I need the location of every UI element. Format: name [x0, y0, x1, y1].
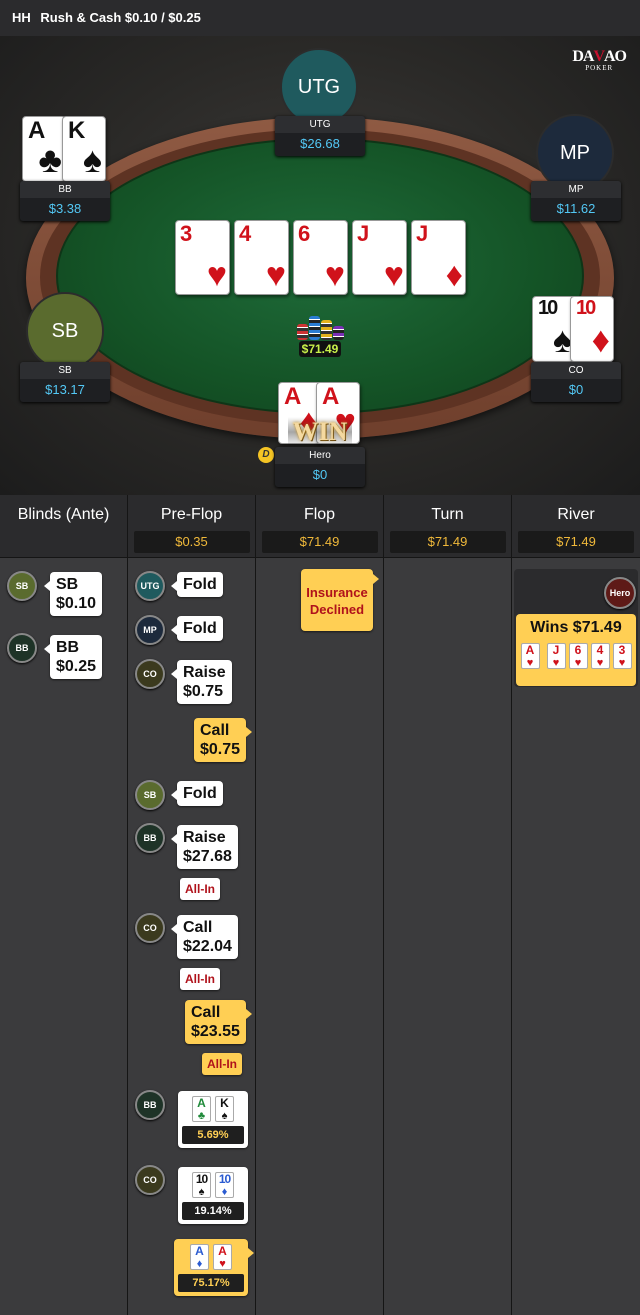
- sb-fold-position-badge: SB: [135, 780, 165, 810]
- co-equity-card-1: 10 ♠: [192, 1172, 211, 1198]
- board-card-3: 6 ♥: [293, 220, 348, 295]
- bb-equity-position-badge: BB: [135, 1090, 165, 1120]
- co-equity-percent: 19.14%: [182, 1202, 244, 1220]
- mp-fold-bubble: Fold: [171, 616, 223, 641]
- sb-avatar[interactable]: SB: [26, 292, 104, 370]
- turn-column-title: Turn: [431, 506, 464, 523]
- bb-hole-card-2: K ♠: [62, 116, 106, 182]
- river-column-title: River: [557, 506, 595, 523]
- bb-blind-bubble: BB $0.25: [43, 635, 103, 679]
- bb-position-badge: BB: [7, 633, 37, 663]
- co-position-badge: CO: [135, 659, 165, 689]
- co-equity-box: 10 ♠ 10 ♦ 19.14%: [178, 1167, 248, 1224]
- flop-pot: $71.49: [261, 531, 378, 553]
- pot-amount: $71.49: [298, 341, 342, 357]
- blinds-column: Blinds (Ante) SB SB $0.10 BB BB $0.25: [0, 495, 128, 1315]
- co-call-position-badge: CO: [135, 913, 165, 943]
- hero-equity-card-2: A ♥: [213, 1244, 232, 1270]
- pot: $71.49: [290, 314, 350, 358]
- hero-equity-card-1: A ♦: [190, 1244, 209, 1270]
- turn-pot: $71.49: [389, 531, 506, 553]
- co-nameplate: CO $0: [531, 362, 621, 402]
- bb-all-in-tag: All-In: [180, 878, 220, 900]
- bb-hole-card-1: A ♣: [22, 116, 66, 182]
- co-equity-position-badge: CO: [135, 1165, 165, 1195]
- chip-stack-icon: [290, 314, 350, 340]
- board-card-2: 4 ♥: [234, 220, 289, 295]
- title-bar: HH Rush & Cash $0.10 / $0.25: [0, 0, 640, 36]
- mp-nameplate: MP $11.62: [531, 181, 621, 221]
- preflop-pot: $0.35: [133, 531, 250, 553]
- board-card-5: J ♦: [411, 220, 466, 295]
- winning-hand-card-2: J ♥: [546, 643, 566, 669]
- winning-hand-card-1: A ♥: [520, 643, 540, 669]
- davao-poker-logo: DAVAO POKER: [572, 48, 627, 72]
- bb-equity-percent: 5.69%: [182, 1126, 244, 1144]
- insurance-declined-badge: Insurance Declined: [301, 569, 379, 631]
- utg-nameplate: UTG $26.68: [275, 116, 365, 156]
- sb-position-badge: SB: [7, 571, 37, 601]
- flop-column-title: Flop: [303, 506, 336, 523]
- bb-raise-bubble: Raise $27.68: [171, 825, 238, 869]
- utg-position-badge: UTG: [135, 571, 165, 601]
- hero-equity-box: A ♦ A ♥ 75.17%: [174, 1239, 254, 1296]
- bb-raise-position-badge: BB: [135, 823, 165, 853]
- winning-hand-card-5: 3 ♥: [612, 643, 632, 669]
- preflop-column-title: Pre-Flop: [160, 506, 223, 523]
- hero-all-in-call-bubble: Call $23.55: [185, 1000, 252, 1044]
- board-card-1: 3 ♥: [175, 220, 230, 295]
- hero-all-in-tag: All-In: [202, 1053, 242, 1075]
- bb-equity-card-2: K ♠: [215, 1096, 234, 1122]
- bb-nameplate: BB $3.38: [20, 181, 110, 221]
- dealer-button: D: [258, 447, 274, 463]
- co-all-in-tag: All-In: [180, 968, 220, 990]
- sb-blind-bubble: SB $0.10: [43, 572, 103, 616]
- blinds-column-title: Blinds (Ante): [17, 506, 110, 523]
- win-label: WIN: [288, 417, 352, 447]
- sb-nameplate: SB $13.17: [20, 362, 110, 402]
- game-title: Rush & Cash $0.10 / $0.25: [40, 10, 201, 25]
- utg-fold-bubble: Fold: [171, 572, 223, 597]
- wins-amount: Wins $71.49: [530, 619, 622, 636]
- co-raise-bubble: Raise $0.75: [171, 660, 232, 704]
- bb-equity-box: A ♣ K ♠ 5.69%: [178, 1091, 248, 1148]
- co-equity-card-2: 10 ♦: [215, 1172, 234, 1198]
- winning-hand-card-3: 6 ♥: [568, 643, 588, 669]
- hand-history-label: HH: [12, 10, 31, 25]
- hero-position-badge: Hero: [604, 577, 636, 609]
- winning-hand-card-4: 4 ♥: [590, 643, 610, 669]
- bb-equity-card-1: A ♣: [192, 1096, 211, 1122]
- hand-history-panel: Blinds (Ante) SB SB $0.10 BB BB $0.25 Pre-…: [0, 495, 640, 1315]
- hero-call-bubble: Call $0.75: [194, 718, 253, 762]
- sb-fold-bubble: Fold: [171, 781, 223, 806]
- co-hole-card-2: 10 ♦: [570, 296, 614, 362]
- river-pot: $71.49: [518, 531, 634, 553]
- preflop-column: Pre-Flop $0.35 UTG Fold MP Fold CO Raise…: [128, 495, 256, 1315]
- river-win-box: Hero Wins $71.49 A ♥ J ♥ 6 ♥ 4 ♥ 3 ♥: [514, 569, 638, 687]
- poker-table: DAVAO POKER UTG UTG $26.68 MP MP $11.62 …: [0, 36, 640, 495]
- turn-column: Turn $71.49: [384, 495, 512, 1315]
- utg-avatar[interactable]: UTG: [280, 48, 358, 126]
- hero-nameplate: Hero $0: [275, 447, 365, 487]
- mp-position-badge: MP: [135, 615, 165, 645]
- hero-equity-percent: 75.17%: [178, 1274, 244, 1292]
- co-call-bubble: Call $22.04: [171, 915, 238, 959]
- board-card-4: J ♥: [352, 220, 407, 295]
